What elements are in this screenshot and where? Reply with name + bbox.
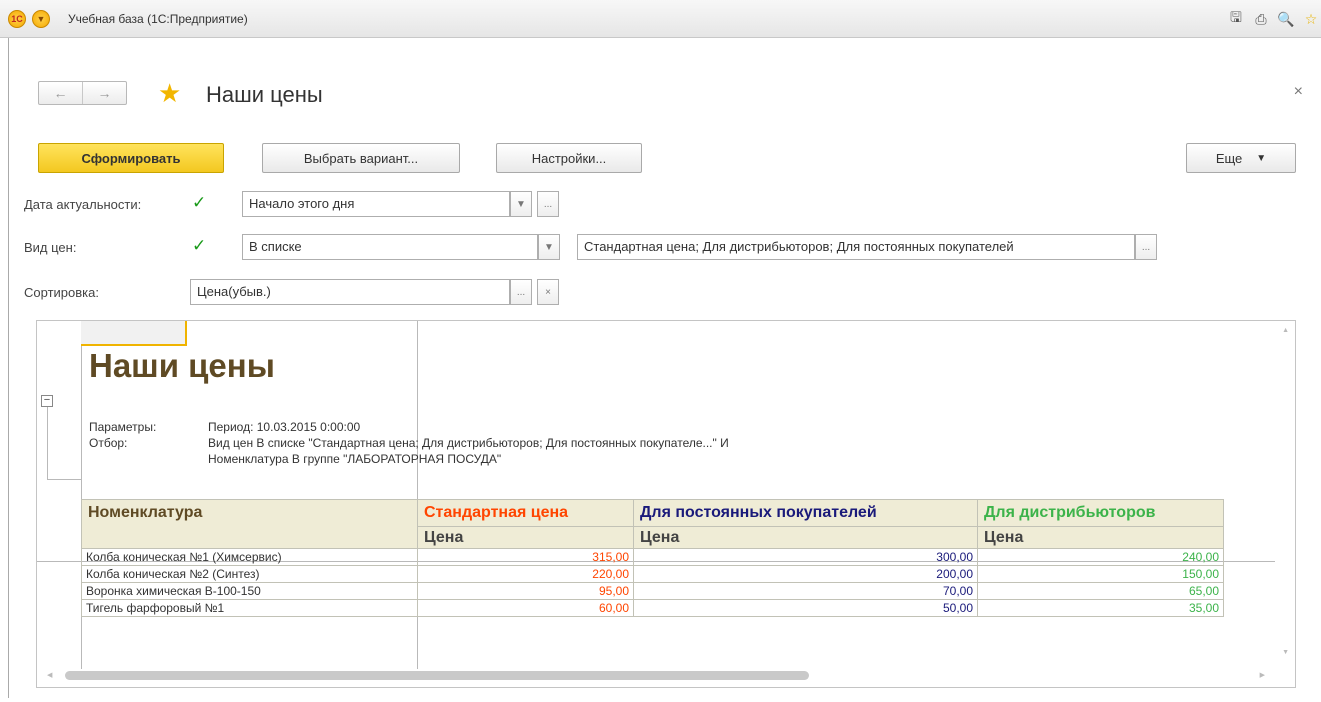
sort-clear-icon[interactable]: × xyxy=(537,279,559,305)
cell-standard[interactable]: 315,00 xyxy=(417,548,634,566)
sort-label: Сортировка: xyxy=(24,285,99,300)
date-checkbox[interactable]: ✓ xyxy=(192,194,208,211)
page-title: Наши цены xyxy=(206,82,323,107)
select-variant-button[interactable]: Выбрать вариант... xyxy=(262,143,460,173)
forward-arrow-icon[interactable]: → xyxy=(82,82,126,104)
history-nav: ← → xyxy=(38,81,127,105)
params-label: Параметры: xyxy=(89,420,157,434)
titlebar-toolbar: 🖫 ⎙ 🔍 ☆ xyxy=(1226,9,1321,29)
params-value: Период: 10.03.2015 0:00:00 xyxy=(208,420,361,434)
subheader-price[interactable]: Цена xyxy=(633,526,978,549)
table-header-row: Номенклатура Стандартная цена Для постоя… xyxy=(81,499,1224,549)
filter-label: Отбор: xyxy=(89,436,128,450)
price-type-list-select-button[interactable]: ... xyxy=(1135,234,1157,260)
app-title: Учебная база (1С:Предприятие) xyxy=(68,12,248,26)
table-row[interactable]: Воронка химическая В-100-150 95,00 70,00… xyxy=(81,582,1224,600)
price-table: Номенклатура Стандартная цена Для постоя… xyxy=(81,499,1224,617)
horizontal-scrollbar[interactable] xyxy=(65,671,809,680)
cell-name[interactable]: Воронка химическая В-100-150 xyxy=(81,582,418,600)
scroll-up-icon[interactable]: ▲ xyxy=(1282,327,1289,334)
price-type-field[interactable]: В списке xyxy=(242,234,538,260)
preview-icon[interactable]: 🔍 xyxy=(1276,9,1296,29)
table-row[interactable]: Колба коническая №1 (Химсервис) 315,00 3… xyxy=(81,548,1224,566)
collapse-group-icon[interactable]: − xyxy=(41,395,53,407)
cell-name[interactable]: Колба коническая №2 (Синтез) xyxy=(81,565,418,583)
report-title: Наши цены xyxy=(89,347,275,384)
save-icon[interactable]: 🖫 xyxy=(1226,9,1246,29)
date-select-button[interactable]: ... xyxy=(537,191,559,217)
table-row[interactable]: Колба коническая №2 (Синтез) 220,00 200,… xyxy=(81,565,1224,583)
cell-distrib[interactable]: 150,00 xyxy=(977,565,1224,583)
settings-button[interactable]: Настройки... xyxy=(496,143,642,173)
main-menu-chevron-down-icon[interactable]: ▼ xyxy=(32,10,50,28)
filter-line-1: Вид цен В списке "Стандартная цена; Для … xyxy=(208,436,729,450)
generate-button[interactable]: Сформировать xyxy=(38,143,224,173)
cell-standard[interactable]: 95,00 xyxy=(417,582,634,600)
cell-distrib[interactable]: 65,00 xyxy=(977,582,1224,600)
col-header-nomenclature[interactable]: Номенклатура xyxy=(81,499,418,549)
favorite-icon[interactable]: ☆ xyxy=(1301,9,1321,29)
cell-regular[interactable]: 200,00 xyxy=(633,565,978,583)
filter-line-2: Номенклатура В группе "ЛАБОРАТОРНАЯ ПОСУ… xyxy=(208,452,502,466)
group-bracket xyxy=(47,407,48,479)
price-type-dropdown-icon[interactable]: ▼ xyxy=(538,234,560,260)
cell-standard[interactable]: 60,00 xyxy=(417,599,634,617)
cell-standard[interactable]: 220,00 xyxy=(417,565,634,583)
cell-regular[interactable]: 70,00 xyxy=(633,582,978,600)
sort-select-button[interactable]: ... xyxy=(510,279,532,305)
date-label: Дата актуальности: xyxy=(24,197,142,212)
price-type-label: Вид цен: xyxy=(24,240,77,255)
cell-name[interactable]: Тигель фарфоровый №1 xyxy=(81,599,418,617)
report-document[interactable]: − Наши цены Параметры: Период: 10.03.201… xyxy=(36,320,1296,688)
scroll-right-icon[interactable]: ▶ xyxy=(1260,671,1265,679)
favorite-star-icon[interactable]: ★ xyxy=(158,80,181,106)
app-logo-icon[interactable]: 1С xyxy=(8,10,26,28)
date-field[interactable]: Начало этого дня xyxy=(242,191,510,217)
more-label: Еще xyxy=(1215,150,1243,166)
cell-name[interactable]: Колба коническая №1 (Химсервис) xyxy=(81,548,418,566)
subheader-price[interactable]: Цена xyxy=(977,526,1224,549)
subheader-price[interactable]: Цена xyxy=(417,526,634,549)
price-type-list-field[interactable]: Стандартная цена; Для дистрибьюторов; Дл… xyxy=(577,234,1135,260)
scroll-down-icon[interactable]: ▼ xyxy=(1282,649,1289,656)
cell-regular[interactable]: 50,00 xyxy=(633,599,978,617)
more-button[interactable]: Еще ▼ xyxy=(1186,143,1296,173)
window-left-border xyxy=(8,38,9,698)
col-header-distrib[interactable]: Для дистрибьюторов xyxy=(977,499,1224,527)
cell-regular[interactable]: 300,00 xyxy=(633,548,978,566)
col-header-standard[interactable]: Стандартная цена xyxy=(417,499,634,527)
price-type-checkbox[interactable]: ✓ xyxy=(192,237,208,254)
col-header-regular[interactable]: Для постоянных покупателей xyxy=(633,499,978,527)
cell-distrib[interactable]: 35,00 xyxy=(977,599,1224,617)
close-icon[interactable]: × xyxy=(1294,83,1303,101)
group-bracket xyxy=(47,479,81,480)
chevron-down-icon: ▼ xyxy=(1256,152,1267,164)
window-titlebar: 1С ▼ Учебная база (1С:Предприятие) 🖫 ⎙ 🔍… xyxy=(0,0,1321,38)
cell-distrib[interactable]: 240,00 xyxy=(977,548,1224,566)
print-icon[interactable]: ⎙ xyxy=(1251,9,1271,29)
scroll-left-icon[interactable]: ◀ xyxy=(47,671,52,679)
table-row[interactable]: Тигель фарфоровый №1 60,00 50,00 35,00 xyxy=(81,599,1224,617)
active-cell-marker xyxy=(81,321,187,346)
date-dropdown-icon[interactable]: ▼ xyxy=(510,191,532,217)
back-arrow-icon[interactable]: ← xyxy=(39,82,82,104)
sort-field[interactable]: Цена(убыв.) xyxy=(190,279,510,305)
